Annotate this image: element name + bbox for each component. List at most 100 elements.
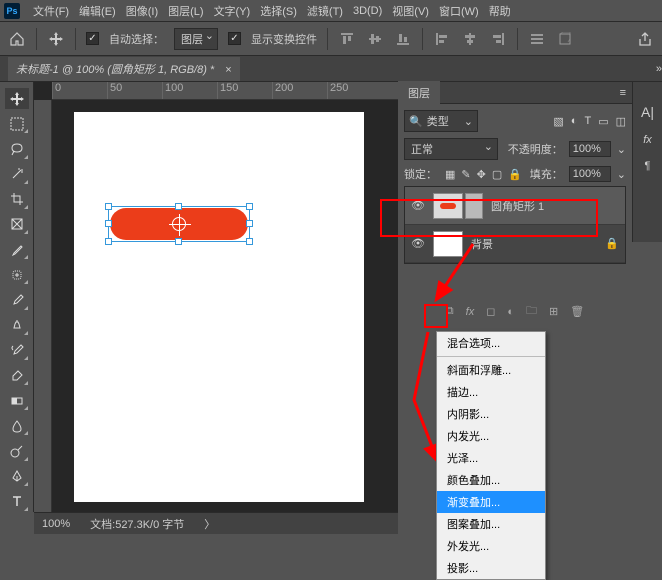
- panel-menu-icon[interactable]: ≡: [614, 87, 632, 99]
- clone-stamp-tool[interactable]: [5, 315, 29, 336]
- eraser-tool[interactable]: [5, 365, 29, 386]
- menu-stroke[interactable]: 描边...: [437, 381, 545, 403]
- character-panel-icon[interactable]: A|: [641, 104, 654, 120]
- home-icon[interactable]: [8, 30, 26, 48]
- menu-inner-shadow[interactable]: 内阴影...: [437, 403, 545, 425]
- close-tab-icon[interactable]: ×: [225, 64, 231, 76]
- new-layer-icon[interactable]: ⊞: [549, 305, 558, 318]
- transform-bounding-box[interactable]: [108, 206, 250, 242]
- dodge-tool[interactable]: [5, 440, 29, 461]
- menu-file[interactable]: 文件(F): [28, 3, 74, 19]
- layer-fx-button[interactable]: fx: [466, 306, 475, 318]
- lock-artboard-icon[interactable]: ▢: [492, 168, 502, 181]
- marquee-tool[interactable]: [5, 113, 29, 134]
- move-tool[interactable]: [5, 88, 29, 109]
- zoom-level[interactable]: 100%: [42, 518, 70, 530]
- 3d-mode-icon[interactable]: [556, 30, 574, 48]
- auto-select-checkbox[interactable]: [86, 32, 99, 45]
- align-top-icon[interactable]: [338, 30, 356, 48]
- doc-info[interactable]: 文档:527.3K/0 字节: [90, 516, 184, 532]
- menu-layer[interactable]: 图层(L): [163, 3, 208, 19]
- history-brush-tool[interactable]: [5, 340, 29, 361]
- filter-type-icon[interactable]: T: [584, 115, 591, 128]
- canvas[interactable]: [74, 112, 364, 502]
- menu-edit[interactable]: 编辑(E): [74, 3, 121, 19]
- brush-tool[interactable]: [5, 289, 29, 310]
- transform-handle[interactable]: [175, 203, 182, 210]
- menu-window[interactable]: 窗口(W): [434, 3, 484, 19]
- align-bottom-icon[interactable]: [394, 30, 412, 48]
- crop-tool[interactable]: [5, 189, 29, 210]
- menu-inner-glow[interactable]: 内发光...: [437, 425, 545, 447]
- document-tab[interactable]: 未标题-1 @ 100% (圆角矩形 1, RGB/8) * ×: [8, 57, 240, 81]
- auto-select-target-dropdown[interactable]: 图层: [174, 28, 218, 50]
- lock-all-icon[interactable]: 🔒: [508, 168, 522, 181]
- align-right-icon[interactable]: [489, 30, 507, 48]
- tab-overflow-icon[interactable]: »: [656, 63, 662, 75]
- menu-satin[interactable]: 光泽...: [437, 447, 545, 469]
- layer-filter-dropdown[interactable]: 🔍 类型 ⌄: [404, 110, 478, 132]
- menu-select[interactable]: 选择(S): [255, 3, 302, 19]
- chevron-down-icon[interactable]: ⌄: [617, 168, 626, 181]
- menu-drop-shadow[interactable]: 投影...: [437, 557, 545, 579]
- group-icon[interactable]: 🗀: [526, 302, 537, 321]
- transform-center-icon[interactable]: [172, 217, 186, 231]
- link-layers-icon[interactable]: ⧉: [446, 305, 454, 318]
- status-chevron-icon[interactable]: 〉: [204, 516, 215, 532]
- paragraph-panel-icon[interactable]: ¶: [645, 160, 651, 172]
- transform-handle[interactable]: [246, 220, 253, 227]
- gradient-tool[interactable]: [5, 390, 29, 411]
- delete-layer-icon[interactable]: 🗑: [570, 305, 584, 318]
- layer-row[interactable]: 👁 背景 🔒: [405, 225, 625, 263]
- canvas-area[interactable]: 050100150200250: [34, 82, 398, 512]
- visibility-toggle-icon[interactable]: 👁: [411, 199, 425, 212]
- menu-bevel-emboss[interactable]: 斜面和浮雕...: [437, 359, 545, 381]
- align-hcenter-icon[interactable]: [461, 30, 479, 48]
- transform-handle[interactable]: [175, 238, 182, 245]
- filter-smart-icon[interactable]: ◫: [616, 115, 626, 128]
- visibility-toggle-icon[interactable]: 👁: [411, 237, 425, 250]
- share-icon[interactable]: [636, 30, 654, 48]
- show-transform-checkbox[interactable]: [228, 32, 241, 45]
- align-left-icon[interactable]: [433, 30, 451, 48]
- transform-handle[interactable]: [246, 238, 253, 245]
- menu-gradient-overlay[interactable]: 渐变叠加...: [437, 491, 545, 513]
- layer-name[interactable]: 圆角矩形 1: [491, 198, 544, 214]
- styles-panel-icon[interactable]: fx: [643, 134, 652, 146]
- eyedropper-tool[interactable]: [5, 239, 29, 260]
- type-tool[interactable]: [5, 491, 29, 512]
- chevron-down-icon[interactable]: ⌄: [617, 143, 626, 156]
- layer-row[interactable]: 👁 圆角矩形 1: [405, 187, 625, 225]
- transform-handle[interactable]: [105, 220, 112, 227]
- menu-3d[interactable]: 3D(D): [348, 5, 387, 17]
- move-tool-indicator-icon[interactable]: [47, 30, 65, 48]
- lasso-tool[interactable]: [5, 138, 29, 159]
- transform-handle[interactable]: [105, 203, 112, 210]
- layers-tab[interactable]: 图层: [398, 81, 440, 105]
- menu-filter[interactable]: 滤镜(T): [302, 3, 348, 19]
- healing-brush-tool[interactable]: [5, 264, 29, 285]
- frame-tool[interactable]: [5, 214, 29, 235]
- fill-input[interactable]: 100%: [569, 166, 611, 182]
- adjustment-layer-icon[interactable]: ◐: [507, 306, 514, 318]
- layer-thumbnail[interactable]: [433, 231, 463, 257]
- align-vcenter-icon[interactable]: [366, 30, 384, 48]
- blend-mode-dropdown[interactable]: 正常: [404, 138, 498, 160]
- lock-transparent-icon[interactable]: ▦: [445, 168, 455, 181]
- transform-handle[interactable]: [105, 238, 112, 245]
- menu-type[interactable]: 文字(Y): [209, 3, 256, 19]
- lock-pixels-icon[interactable]: ✎: [461, 168, 470, 181]
- magic-wand-tool[interactable]: [5, 164, 29, 185]
- pen-tool[interactable]: [5, 466, 29, 487]
- distribute-icon[interactable]: [528, 30, 546, 48]
- vector-mask-thumbnail[interactable]: [465, 193, 483, 219]
- transform-handle[interactable]: [246, 203, 253, 210]
- menu-blending-options[interactable]: 混合选项...: [437, 332, 545, 354]
- opacity-input[interactable]: 100%: [569, 141, 611, 157]
- menu-color-overlay[interactable]: 颜色叠加...: [437, 469, 545, 491]
- layer-name[interactable]: 背景: [471, 236, 493, 252]
- blur-tool[interactable]: [5, 415, 29, 436]
- menu-view[interactable]: 视图(V): [387, 3, 434, 19]
- lock-position-icon[interactable]: ✥: [477, 168, 486, 181]
- menu-help[interactable]: 帮助: [484, 3, 516, 19]
